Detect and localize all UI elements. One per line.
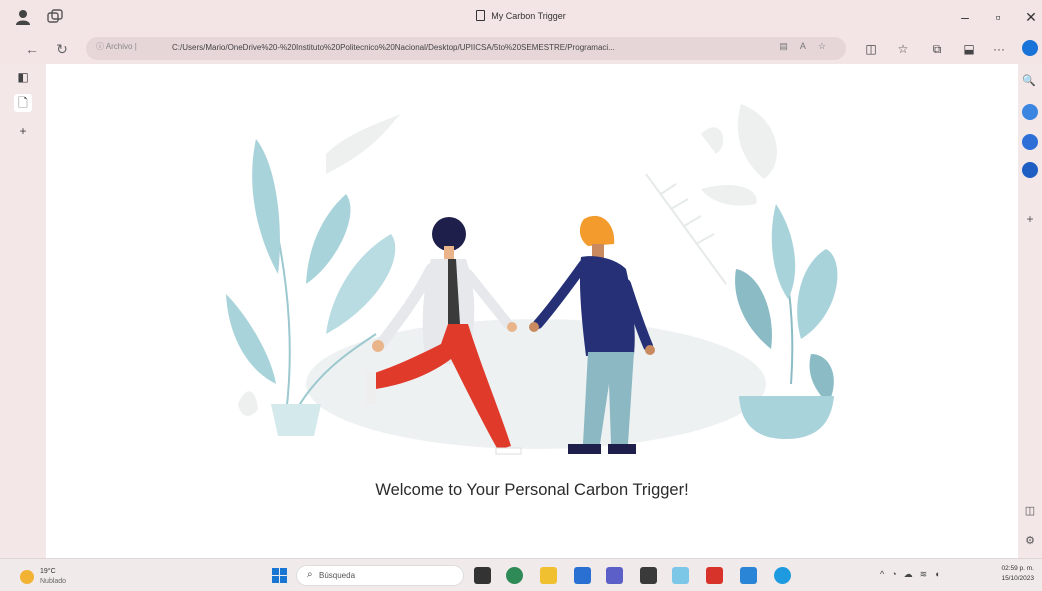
web-page: Welcome to Your Personal Carbon Trigger!	[46, 64, 1018, 558]
read-aloud-icon[interactable]: ▤	[779, 41, 800, 51]
clock-time: 02:59 p. m.	[1001, 565, 1034, 572]
sidebar-layout-icon[interactable]: ◫	[1022, 504, 1038, 520]
weather-sun-icon	[20, 570, 34, 584]
show-hidden-icons-icon[interactable]: ^	[880, 569, 891, 579]
weather-temperature: 19°C	[40, 568, 56, 575]
wifi-icon[interactable]: ≋	[920, 569, 935, 579]
windows-start-icon[interactable]	[272, 568, 287, 583]
address-bar[interactable]: ⓘ Archivo | C:/Users/Mario/OneDrive%20-%…	[86, 37, 846, 60]
copilot-icon[interactable]	[1022, 40, 1038, 56]
outlook-icon[interactable]	[1022, 162, 1038, 178]
file-explorer-icon[interactable]	[540, 567, 557, 584]
teams-icon[interactable]	[606, 567, 623, 584]
search-icon[interactable]: 🔍	[1022, 74, 1038, 90]
sidebar-settings-icon[interactable]: ⚙	[1022, 534, 1038, 550]
photos-icon[interactable]	[672, 567, 689, 584]
back-icon[interactable]: ←	[22, 39, 42, 59]
cloud-icon[interactable]: ☁	[904, 569, 920, 579]
new-tab-icon[interactable]: +	[14, 122, 32, 140]
document-icon	[476, 10, 486, 21]
welcome-heading: Welcome to Your Personal Carbon Trigger!	[375, 481, 689, 499]
chrome-icon[interactable]	[506, 567, 523, 584]
tools-icon[interactable]	[1022, 134, 1038, 150]
vscode-icon[interactable]	[740, 567, 757, 584]
url-text[interactable]: C:/Users/Mario/OneDrive%20-%20Instituto%…	[172, 43, 762, 52]
acrobat-icon[interactable]	[706, 567, 723, 584]
clock-date: 15/10/2023	[1001, 575, 1034, 582]
background-leaves-icon	[326, 104, 777, 206]
maximize-icon[interactable]: ▫	[988, 8, 1008, 26]
collections-icon[interactable]: ⧉	[928, 40, 946, 58]
taskbar: 19°C Nublado ⌕ Búsqueda ^◔☁≋◖ 02:59 p. m…	[0, 558, 1042, 591]
terminal-icon[interactable]	[640, 567, 657, 584]
sidebar-toggle-icon[interactable]: ◧	[14, 68, 32, 86]
site-info-icon[interactable]: ⓘ Archivo |	[96, 41, 137, 52]
refresh-icon[interactable]: ↻	[52, 39, 72, 59]
vertical-tabs-strip: ◧ 🗋 +	[0, 64, 46, 558]
favorites-icon[interactable]: ☆	[894, 40, 912, 58]
taskbar-search[interactable]: ⌕ Búsqueda	[296, 565, 464, 586]
favorite-star-icon[interactable]: ☆	[818, 41, 838, 51]
add-sidebar-app-icon[interactable]: +	[1022, 212, 1038, 228]
welcome-illustration	[226, 104, 838, 455]
tab-item-my-carbon-trigger[interactable]: 🗋	[14, 94, 32, 112]
system-tray[interactable]: ^◔☁≋◖	[880, 569, 947, 580]
extensions-icon[interactable]: ⬓	[960, 40, 978, 58]
taskbar-search-placeholder: Búsqueda	[319, 571, 356, 580]
address-actions: ▤A☆	[779, 41, 838, 52]
network-icon[interactable]: ◔	[891, 569, 903, 579]
task-view-icon[interactable]	[474, 567, 491, 584]
weather-description: Nublado	[40, 578, 67, 585]
volume-icon[interactable]: ◖	[934, 569, 946, 579]
minimize-icon[interactable]: –	[955, 8, 975, 26]
right-plant-icon	[735, 204, 838, 439]
split-screen-icon[interactable]: ◫	[862, 40, 880, 58]
taskbar-clock[interactable]: 02:59 p. m. 15/10/2023	[996, 564, 1034, 584]
window-title: My Carbon Trigger	[0, 10, 1042, 21]
window-title-text: My Carbon Trigger	[491, 11, 566, 21]
edge-sidebar: 🔍 + ◫ ⚙	[1018, 34, 1042, 558]
close-icon[interactable]: ✕	[1021, 8, 1041, 26]
title-bar: My Carbon Trigger – ▫ ✕	[0, 0, 1042, 34]
mail-icon[interactable]	[574, 567, 591, 584]
translate-icon[interactable]: A	[800, 41, 818, 51]
search-icon: ⌕	[307, 569, 313, 580]
site-info-label: Archivo	[105, 42, 133, 51]
more-menu-icon[interactable]: ···	[990, 40, 1008, 58]
shopping-icon[interactable]	[1022, 104, 1038, 120]
navigation-bar: ← ↻ ⓘ Archivo | C:/Users/Mario/OneDrive%…	[0, 34, 1042, 64]
edge-icon[interactable]	[774, 567, 791, 584]
